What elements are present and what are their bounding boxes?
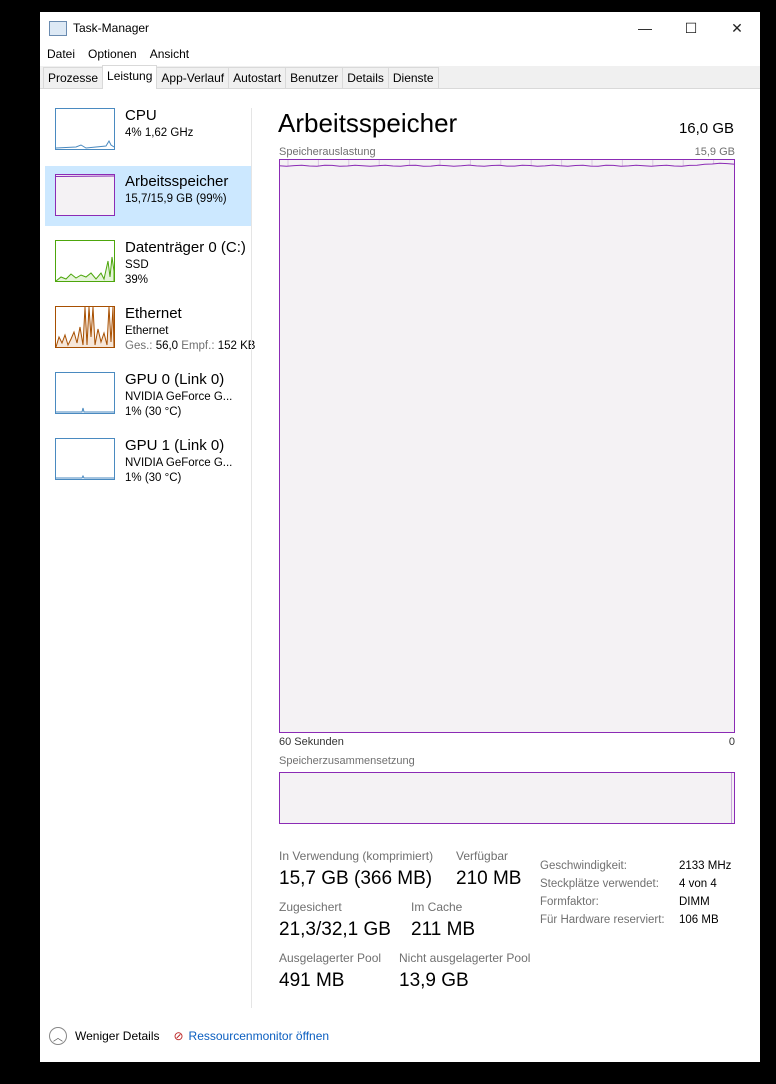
- disk-thumbnail-graph: [55, 240, 115, 282]
- ethernet-throughput: Ges.: 56,0 Empf.: 152 KB: [125, 340, 255, 352]
- sidebar-item-gpu0[interactable]: GPU 0 (Link 0) NVIDIA GeForce G... 1% (3…: [40, 364, 252, 424]
- disk-title: Datenträger 0 (C:): [125, 239, 246, 256]
- spec-value: 4 von 4: [679, 878, 717, 890]
- resource-sidebar: CPU 4% 1,62 GHz Arbeitsspeicher 15,7/15,…: [40, 100, 255, 496]
- tab-leistung[interactable]: Leistung: [102, 65, 158, 89]
- sent-label: Ges.:: [125, 340, 153, 352]
- task-manager-icon: [49, 20, 67, 36]
- footer: ︿ Weniger Details ⊘ Ressourcenmonitor öf…: [40, 1027, 329, 1045]
- cached-label: Im Cache: [411, 900, 463, 914]
- composition-segment-divider: [731, 773, 732, 823]
- sidebar-item-cpu[interactable]: CPU 4% 1,62 GHz: [40, 100, 252, 160]
- ethernet-adapter: Ethernet: [125, 325, 169, 337]
- cpu-usage: 4% 1,62 GHz: [125, 127, 194, 139]
- spec-value: DIMM: [679, 896, 710, 908]
- cpu-thumbnail-graph: [55, 108, 115, 150]
- memory-thumbnail-graph: [55, 174, 115, 216]
- gpu0-usage: 1% (30 °C): [125, 406, 182, 418]
- committed-label: Zugesichert: [279, 900, 342, 914]
- spec-value: 106 MB: [679, 914, 719, 926]
- tab-bar: Prozesse Leistung App-Verlauf Autostart …: [40, 65, 760, 89]
- menu-bar: Datei Optionen Ansicht: [40, 44, 760, 64]
- memory-title: Arbeitsspeicher: [125, 173, 229, 190]
- fewer-details-button[interactable]: Weniger Details: [75, 1029, 159, 1043]
- memory-usage-graph: [279, 159, 735, 733]
- memory-composition-bar: [279, 772, 735, 824]
- task-manager-window: Task-Manager — ☐ ✕ Datei Optionen Ansich…: [40, 12, 760, 1062]
- x-axis-right: 0: [728, 736, 735, 748]
- ethernet-thumbnail-graph: [55, 306, 115, 348]
- gpu0-model: NVIDIA GeForce G...: [125, 391, 233, 403]
- sidebar-item-datentraeger[interactable]: Datenträger 0 (C:) SSD 39%: [40, 232, 252, 292]
- menu-datei[interactable]: Datei: [47, 47, 75, 61]
- in-use-label: In Verwendung (komprimiert): [279, 849, 434, 863]
- usage-area: [279, 163, 735, 733]
- resource-monitor-icon: ⊘: [173, 1029, 184, 1043]
- close-button[interactable]: ✕: [714, 20, 760, 37]
- graph-max: 15,9 GB: [694, 146, 735, 158]
- sent-value: 56,0: [155, 340, 179, 352]
- ethernet-title: Ethernet: [125, 305, 182, 322]
- disk-usage: 39%: [125, 274, 149, 286]
- available-value: 210 MB: [456, 868, 522, 889]
- spec-label: Steckplätze verwendet:: [540, 878, 659, 890]
- gpu1-usage: 1% (30 °C): [125, 472, 182, 484]
- nonpaged-pool-value: 13,9 GB: [399, 970, 469, 991]
- disk-type: SSD: [125, 259, 149, 271]
- cpu-title: CPU: [125, 107, 157, 124]
- paged-pool-label: Ausgelagerter Pool: [279, 951, 382, 965]
- tab-benutzer[interactable]: Benutzer: [285, 67, 344, 88]
- menu-ansicht[interactable]: Ansicht: [150, 47, 189, 61]
- gpu0-thumbnail-graph: [55, 372, 115, 414]
- in-use-value: 15,7 GB (366 MB): [279, 868, 433, 889]
- graph-label: Speicherauslastung: [279, 146, 376, 158]
- menu-optionen[interactable]: Optionen: [88, 47, 137, 61]
- chevron-up-icon[interactable]: ︿: [49, 1027, 67, 1045]
- sidebar-item-gpu1[interactable]: GPU 1 (Link 0) NVIDIA GeForce G... 1% (3…: [40, 430, 252, 490]
- gpu1-model: NVIDIA GeForce G...: [125, 457, 233, 469]
- available-label: Verfügbar: [456, 849, 509, 863]
- tab-details[interactable]: Details: [342, 67, 389, 88]
- total-memory: 16,0 GB: [678, 120, 734, 137]
- tab-dienste[interactable]: Dienste: [387, 67, 439, 88]
- sidebar-item-arbeitsspeicher[interactable]: Arbeitsspeicher 15,7/15,9 GB (99%): [45, 166, 252, 226]
- gpu1-thumbnail-graph: [55, 438, 115, 480]
- spec-value: 2133 MHz: [679, 860, 732, 872]
- spec-label: Formfaktor:: [540, 896, 599, 908]
- cached-value: 211 MB: [411, 919, 476, 940]
- window-title: Task-Manager: [73, 21, 150, 35]
- tab-app-verlauf[interactable]: App-Verlauf: [156, 67, 230, 88]
- received-value: 152 KB: [217, 340, 256, 352]
- sidebar-item-ethernet[interactable]: Ethernet Ethernet Ges.: 56,0 Empf.: 152 …: [40, 298, 255, 358]
- minimize-button[interactable]: —: [622, 20, 668, 37]
- tab-autostart[interactable]: Autostart: [228, 67, 287, 88]
- gpu0-title: GPU 0 (Link 0): [125, 371, 225, 388]
- sidebar-divider: [251, 108, 252, 1008]
- nonpaged-pool-label: Nicht ausgelagerter Pool: [399, 951, 531, 965]
- x-axis-left: 60 Sekunden: [279, 736, 344, 748]
- page-title: Arbeitsspeicher: [278, 108, 458, 138]
- tab-prozesse[interactable]: Prozesse: [43, 67, 104, 88]
- gpu1-title: GPU 1 (Link 0): [125, 437, 225, 454]
- title-bar: Task-Manager — ☐ ✕: [40, 12, 760, 44]
- maximize-button[interactable]: ☐: [668, 20, 714, 37]
- spec-label: Für Hardware reserviert:: [540, 914, 665, 926]
- memory-usage: 15,7/15,9 GB (99%): [125, 193, 227, 205]
- committed-value: 21,3/32,1 GB: [279, 919, 391, 940]
- resource-monitor-link[interactable]: Ressourcenmonitor öffnen: [189, 1029, 330, 1043]
- paged-pool-value: 491 MB: [279, 970, 345, 991]
- received-label: Empf.:: [181, 340, 215, 352]
- composition-label: Speicherzusammensetzung: [279, 755, 415, 767]
- spec-label: Geschwindigkeit:: [540, 860, 627, 872]
